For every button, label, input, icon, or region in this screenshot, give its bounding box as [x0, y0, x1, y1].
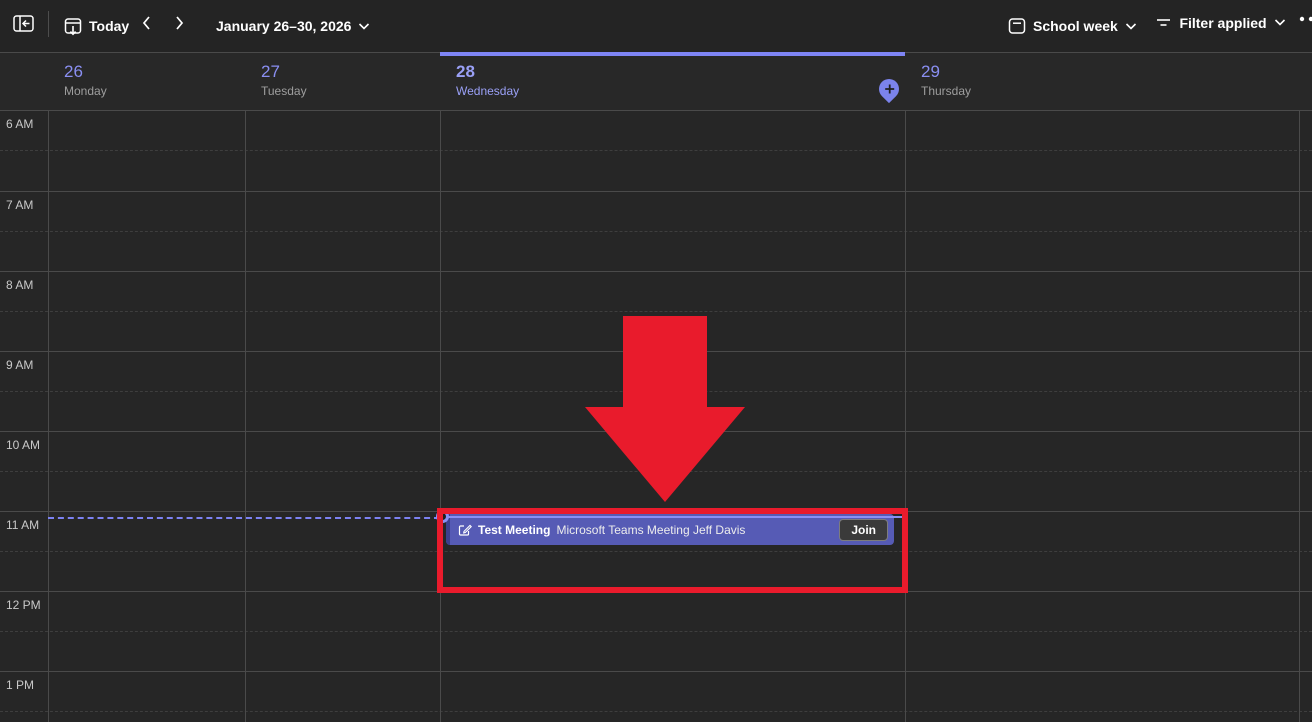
hour-row[interactable]: 1 PM [0, 671, 1312, 722]
day-number: 26 [64, 62, 245, 81]
time-label: 10 AM [6, 438, 40, 452]
calendar-toolbar: Today January 26–30, 2026 [0, 0, 1312, 52]
hour-row[interactable]: 6 AM [0, 111, 1312, 191]
column-line-friday [1299, 52, 1300, 722]
chevron-right-icon [174, 15, 185, 31]
time-label: 1 PM [6, 678, 34, 692]
time-label: 9 AM [6, 358, 33, 372]
more-options-button[interactable] [1299, 16, 1312, 22]
hour-row[interactable]: 10 AM [0, 431, 1312, 511]
column-line-tuesday [245, 52, 246, 722]
column-line-gutter [48, 52, 49, 722]
day-name: Thursday [921, 84, 1299, 98]
plus-icon [884, 84, 895, 95]
teams-calendar-window: Today January 26–30, 2026 [0, 0, 1312, 722]
hour-row[interactable]: 8 AM [0, 271, 1312, 351]
today-label: Today [89, 18, 129, 34]
half-hour-line [0, 471, 1312, 472]
current-time-dot [436, 510, 449, 523]
hour-row[interactable]: 9 AM [0, 351, 1312, 431]
half-hour-line [0, 711, 1312, 712]
half-hour-line [0, 231, 1312, 232]
today-button[interactable]: Today [64, 11, 129, 41]
toolbar-divider [48, 11, 49, 37]
date-range-label: January 26–30, 2026 [216, 18, 351, 34]
chevron-left-icon [141, 15, 152, 31]
collapse-panel-button[interactable] [13, 14, 34, 33]
filter-applied-label: Filter applied [1179, 15, 1266, 31]
week-view-icon [1008, 17, 1026, 35]
hour-row[interactable]: 12 PM [0, 591, 1312, 671]
calendar-event-test-meeting[interactable]: Test Meeting Microsoft Teams Meeting Jef… [446, 514, 894, 545]
date-range-selector[interactable]: January 26–30, 2026 [216, 11, 370, 41]
current-time-line-today [440, 516, 905, 518]
half-hour-line [0, 150, 1312, 151]
filter-icon [1155, 15, 1172, 31]
today-column-accent-bar [440, 52, 905, 56]
day-number: 29 [921, 62, 1299, 81]
time-label: 8 AM [6, 278, 33, 292]
half-hour-line [0, 391, 1312, 392]
time-label: 6 AM [6, 117, 33, 131]
chevron-down-icon [1274, 18, 1286, 27]
time-label: 11 AM [6, 518, 39, 532]
filter-applied-button[interactable]: Filter applied [1145, 7, 1296, 38]
join-meeting-button[interactable]: Join [839, 519, 888, 541]
event-details: Microsoft Teams Meeting Jeff Davis [556, 523, 745, 537]
next-week-button[interactable] [174, 15, 185, 31]
day-header-monday[interactable]: 26 Monday [48, 53, 245, 110]
day-name: Tuesday [261, 84, 440, 98]
column-line-thursday [905, 52, 906, 722]
chevron-down-icon [1125, 22, 1137, 31]
day-header-wednesday[interactable]: 28 Wednesday [440, 53, 905, 110]
previous-week-button[interactable] [141, 15, 152, 31]
day-number: 28 [456, 62, 905, 81]
day-name: Wednesday [456, 84, 905, 98]
day-header-thursday[interactable]: 29 Thursday [905, 53, 1299, 110]
hour-row[interactable]: 7 AM [0, 191, 1312, 271]
half-hour-line [0, 631, 1312, 632]
half-hour-line [0, 311, 1312, 312]
day-number: 27 [261, 62, 440, 81]
more-ellipsis-icon [1299, 16, 1312, 22]
calendar-today-icon [64, 17, 82, 36]
column-line-wednesday [440, 52, 441, 722]
time-label: 12 PM [6, 598, 41, 612]
time-label: 7 AM [6, 198, 33, 212]
event-title: Test Meeting [478, 523, 550, 537]
panel-collapse-icon [13, 14, 34, 33]
view-switcher-school-week[interactable]: School week [1008, 11, 1137, 41]
rsvp-note-icon [458, 523, 472, 537]
day-name: Monday [64, 84, 245, 98]
current-time-line-dashed [48, 517, 440, 519]
view-switcher-label: School week [1033, 18, 1118, 34]
half-hour-line [0, 551, 1312, 552]
day-header-tuesday[interactable]: 27 Tuesday [245, 53, 440, 110]
time-grid: 6 AM 7 AM 8 AM 9 AM 10 AM 11 AM 12 PM 1 PM [0, 111, 1312, 722]
chevron-down-icon [358, 22, 370, 31]
